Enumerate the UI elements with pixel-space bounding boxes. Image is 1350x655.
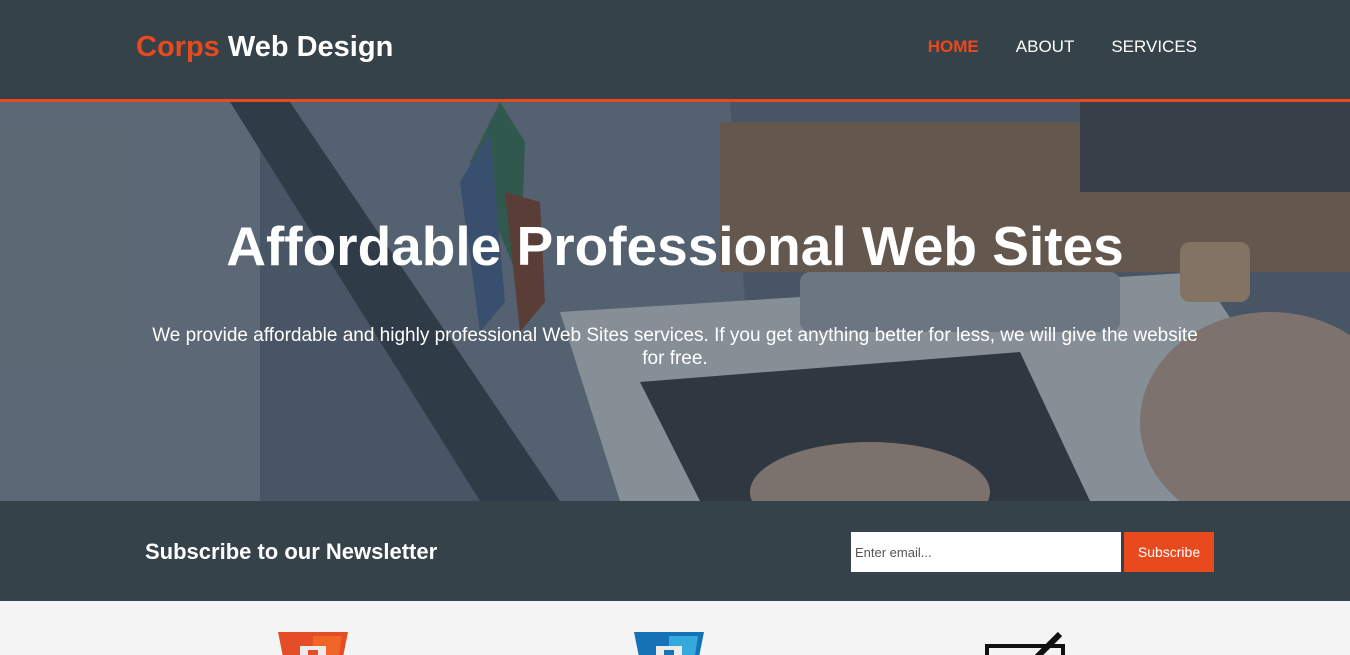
nav-link-about[interactable]: ABOUT <box>1016 37 1075 57</box>
logo-text: Web Design <box>219 31 394 63</box>
hero-overlay <box>0 102 1350 501</box>
newsletter-heading: Subscribe to our Newsletter <box>145 539 438 564</box>
css3-logo-icon <box>634 632 704 655</box>
subscribe-button[interactable]: Subscribe <box>1124 532 1214 572</box>
newsletter-section: Subscribe to our Newsletter Subscribe <box>0 501 1350 601</box>
html5-logo-icon <box>278 632 348 655</box>
site-logo[interactable]: Corps Web Design <box>136 31 393 64</box>
hero-showcase: Affordable Professional Web Sites We pro… <box>0 102 1350 501</box>
email-input[interactable] <box>851 532 1121 572</box>
hero-text: We provide affordable and highly profess… <box>152 325 1198 369</box>
boxes-section <box>0 601 1350 655</box>
design-pen-icon <box>985 632 1065 655</box>
main-nav: HOME ABOUT SERVICES <box>891 37 1197 57</box>
nav-link-home[interactable]: HOME <box>928 37 979 57</box>
site-header: Corps Web Design HOME ABOUT SERVICES <box>0 0 1350 102</box>
nav-link-services[interactable]: SERVICES <box>1111 37 1197 57</box>
hero-heading: Affordable Professional Web Sites <box>226 215 1124 277</box>
logo-highlight: Corps <box>136 31 220 63</box>
